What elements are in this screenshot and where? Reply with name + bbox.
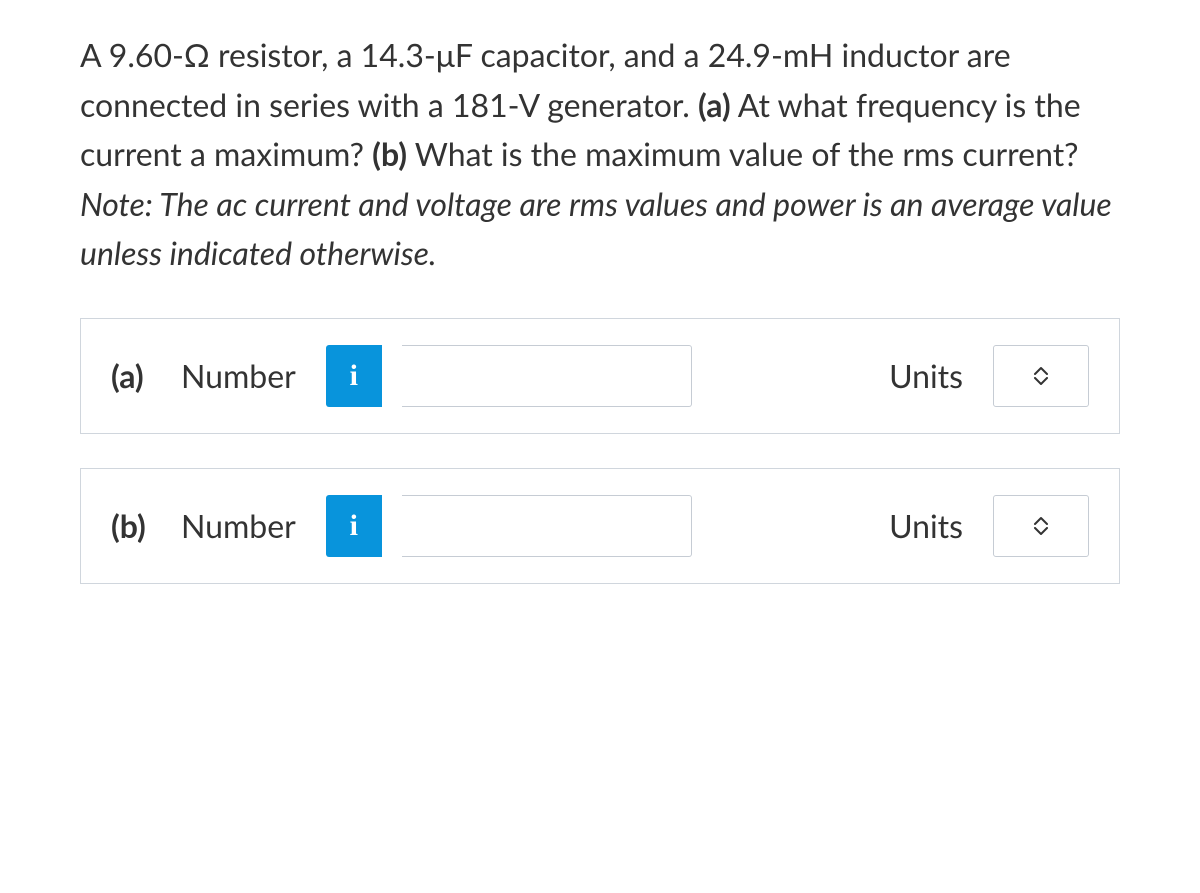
answer-row-b: (b) Number i Units (80, 468, 1120, 584)
question-text: A 9.60-Ω resistor, a 14.3-μF capacitor, … (80, 30, 1120, 278)
part-label-a: (a) (111, 356, 161, 395)
question-part-a: (a) (698, 85, 731, 124)
units-label: Units (889, 506, 963, 545)
question-segment: What is the maximum value of the rms cur… (407, 134, 1079, 173)
info-button-a[interactable]: i (326, 345, 382, 407)
number-label: Number (181, 506, 296, 545)
number-input-b[interactable] (402, 495, 692, 557)
question-container: A 9.60-Ω resistor, a 14.3-μF capacitor, … (0, 0, 1200, 658)
units-select-a[interactable] (993, 345, 1089, 407)
units-select-b[interactable] (993, 495, 1089, 557)
part-label-b: (b) (111, 506, 161, 545)
info-button-b[interactable]: i (326, 495, 382, 557)
question-note: Note: The ac current and voltage are rms… (80, 184, 1112, 273)
answer-row-a: (a) Number i Units (80, 318, 1120, 434)
question-part-b: (b) (372, 134, 407, 173)
chevron-updown-icon (1033, 366, 1049, 386)
chevron-updown-icon (1033, 516, 1049, 536)
units-label: Units (889, 356, 963, 395)
number-input-a[interactable] (402, 345, 692, 407)
number-label: Number (181, 356, 296, 395)
